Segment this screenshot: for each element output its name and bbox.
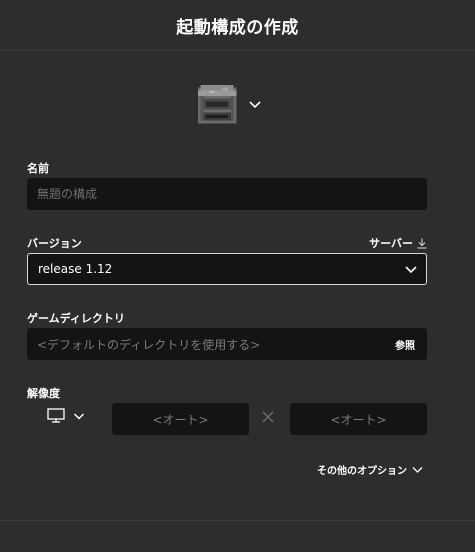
chevron-down-icon (405, 266, 417, 274)
resolution-height-input[interactable]: <オート> (290, 403, 427, 435)
chevron-down-icon (73, 412, 85, 420)
more-options-toggle[interactable]: その他のオプション (317, 462, 423, 477)
resolution-label: 解像度 (27, 387, 60, 400)
chevron-down-icon (412, 467, 423, 473)
server-link-label: サーバー (369, 237, 413, 250)
resolution-width-input[interactable]: <オート> (112, 403, 249, 435)
furnace-block-icon (197, 84, 237, 124)
times-icon (262, 411, 274, 423)
monitor-picker[interactable] (47, 408, 85, 423)
version-label: バージョン (27, 237, 82, 250)
version-select[interactable]: release 1.12 (27, 253, 427, 285)
game-directory-placeholder: <デフォルトのディレクトリを使用する> (37, 337, 261, 352)
game-directory-field[interactable]: <デフォルトのディレクトリを使用する> 参照 (27, 328, 427, 360)
resolution-height-placeholder: <オート> (330, 412, 387, 427)
name-field-container (27, 178, 427, 210)
footer-divider (0, 520, 475, 521)
server-download-link[interactable]: サーバー (369, 235, 427, 251)
dialog-title: 起動構成の作成 (176, 17, 299, 38)
version-selected-value: release 1.12 (38, 262, 113, 276)
profile-icon-picker[interactable] (195, 82, 262, 126)
monitor-icon (47, 408, 65, 423)
browse-button[interactable]: 参照 (395, 337, 415, 352)
dialog-header: 起動構成の作成 (0, 0, 475, 51)
launch-configuration-dialog: 起動構成の作成 名前 バージョン サーバー (0, 0, 475, 552)
name-input[interactable] (27, 187, 427, 201)
resolution-width-placeholder: <オート> (152, 412, 209, 427)
name-label: 名前 (27, 162, 49, 175)
chevron-down-icon (249, 101, 261, 109)
more-options-label: その他のオプション (317, 466, 407, 477)
download-icon (417, 238, 427, 249)
game-directory-label: ゲームディレクトリ (27, 312, 125, 325)
